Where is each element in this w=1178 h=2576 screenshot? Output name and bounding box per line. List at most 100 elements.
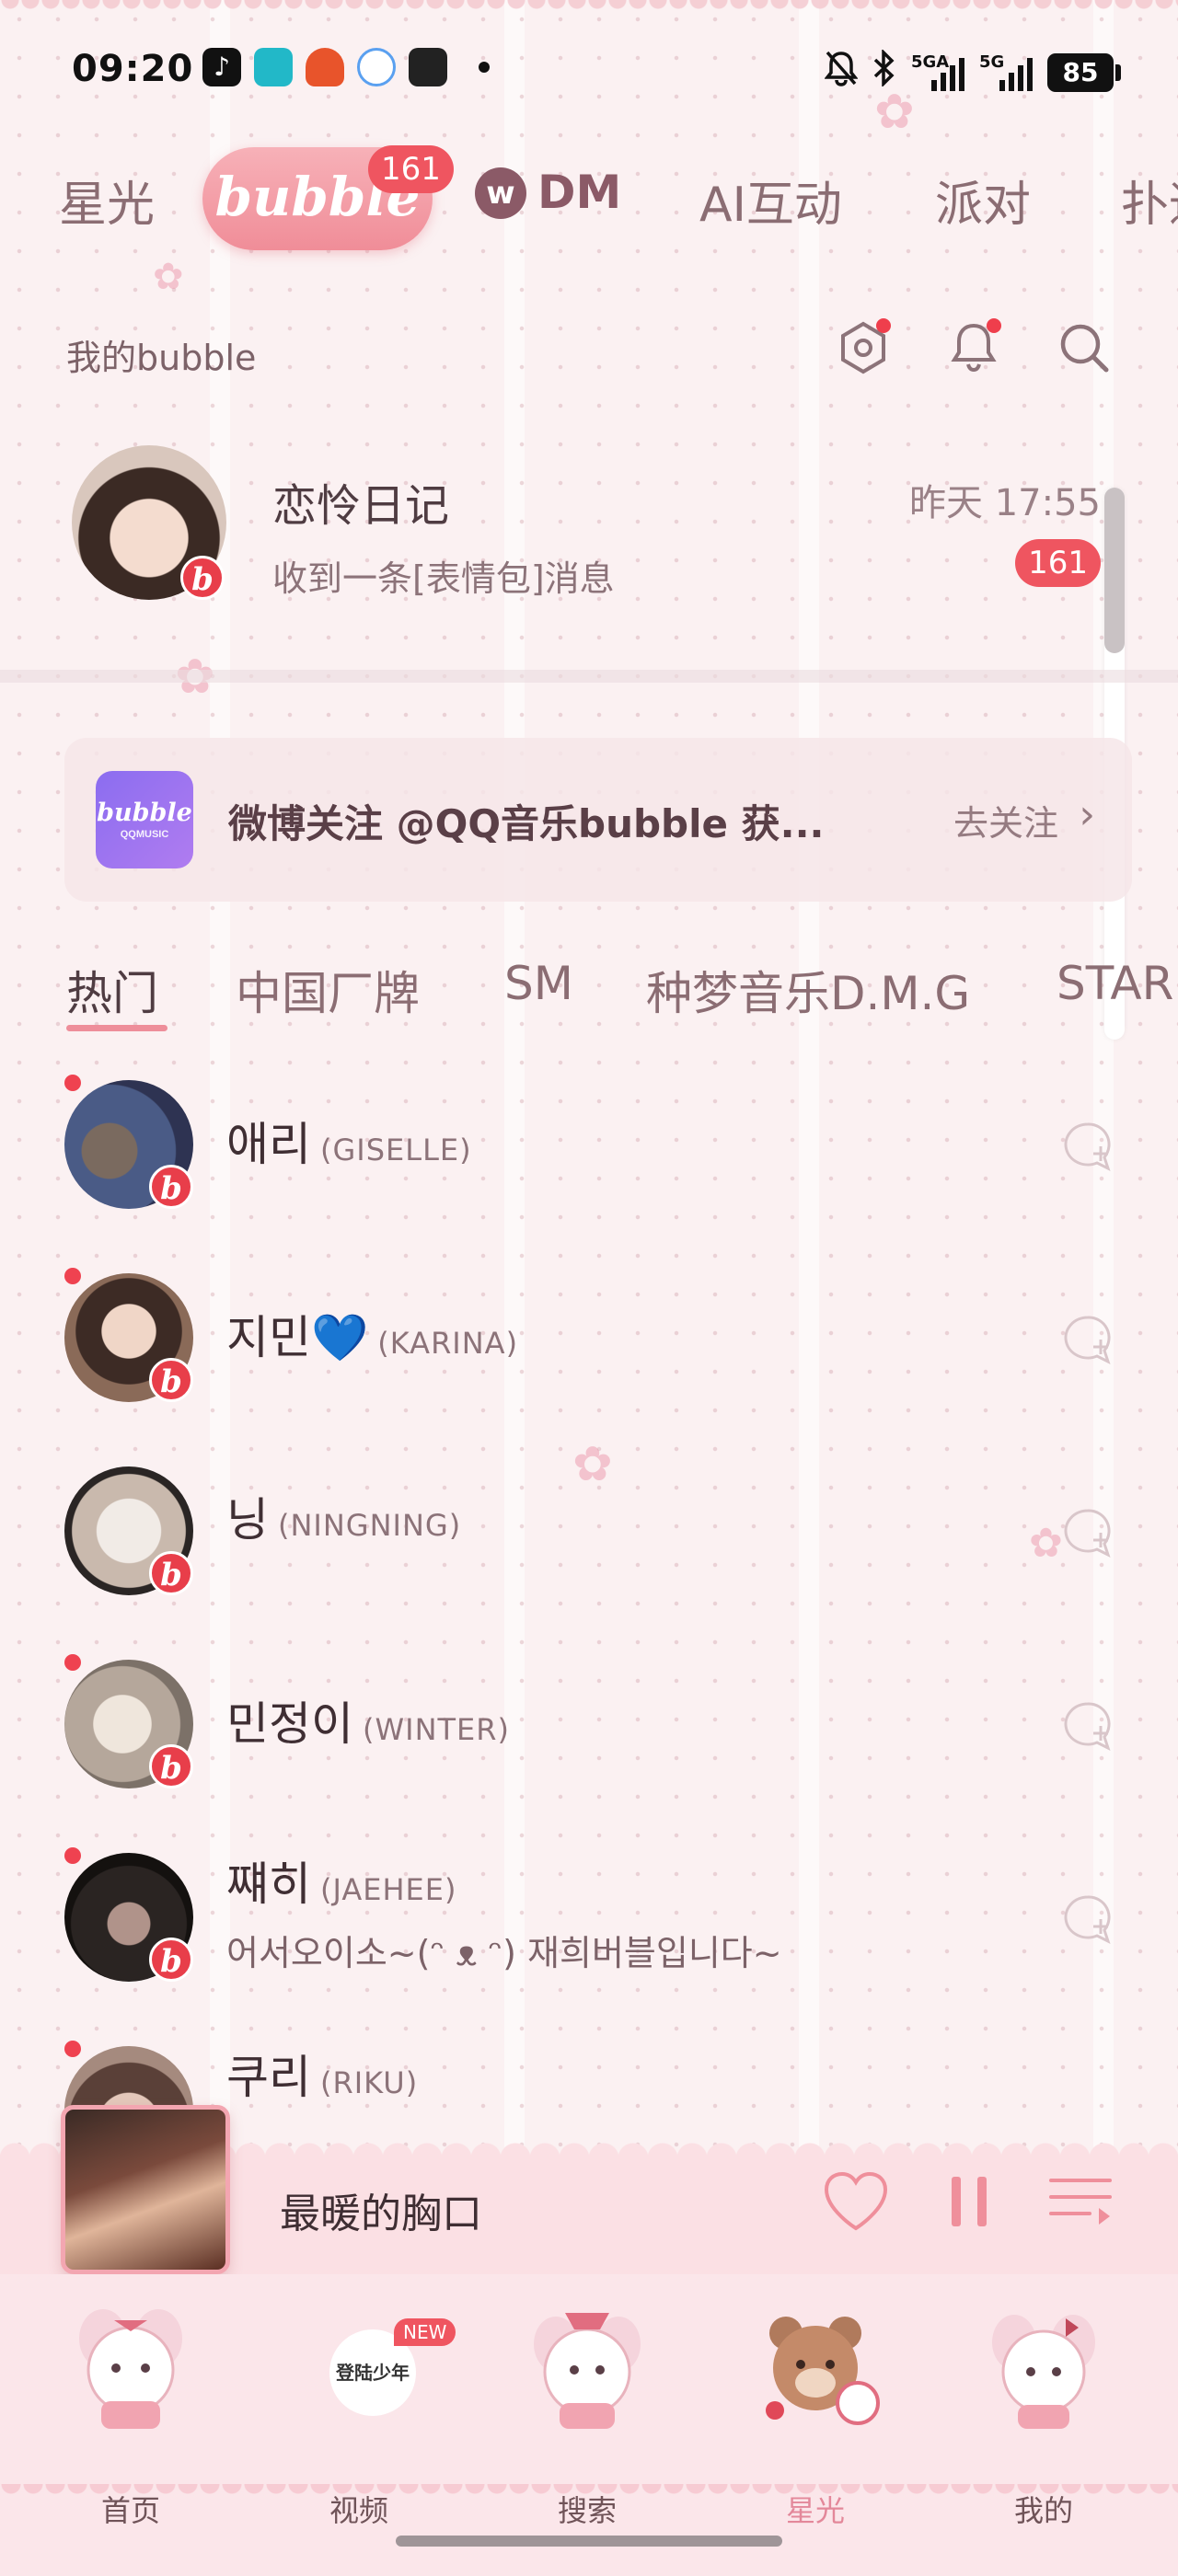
bunny-mascot-icon (79, 2309, 182, 2429)
bubble-b-badge: b (149, 1938, 193, 1982)
artist-item[interactable]: b 민정이 (WINTER) (0, 1654, 1178, 1820)
promo-logo-sub: QQMUSIC (120, 829, 169, 840)
add-chat-icon[interactable] (1058, 1696, 1117, 1755)
add-chat-icon[interactable] (1058, 1310, 1117, 1369)
settings-dot (876, 318, 891, 333)
promo-logo-text: bubble (97, 799, 192, 827)
flower-decoration-icon: ✿ (153, 256, 184, 298)
add-chat-icon[interactable] (1058, 1503, 1117, 1562)
artist-item[interactable]: b 애리 (GISELLE) (0, 1075, 1178, 1240)
tab-ai-interaction[interactable]: AI互动 (699, 166, 842, 235)
chat-time: 昨天 17:55 (909, 482, 1101, 524)
add-chat-icon[interactable] (1058, 1890, 1117, 1949)
add-chat-icon[interactable] (1058, 1117, 1117, 1176)
heart-icon[interactable] (821, 2169, 891, 2234)
section-title: 我的bubble (66, 338, 257, 378)
status-right-group: 5GA 5G 85 (824, 48, 1121, 95)
new-dot (64, 1847, 81, 1864)
category-tabs: 热门 中国厂牌 SM 种梦音乐D.M.G STAR (0, 948, 1178, 1031)
header-actions (834, 318, 1114, 377)
tab-sm[interactable]: SM (504, 957, 573, 1010)
app-icon (306, 48, 344, 86)
top-navigation: 星光 bubble 161 w DM AI互动 派对 扑通 (0, 138, 1178, 258)
artist-item[interactable]: b 닝 (NINGNING) (0, 1461, 1178, 1627)
notifications-dot (987, 318, 1001, 333)
artist-english-name: (JAEHEE) (320, 1872, 457, 1907)
tab-party[interactable]: 派对 (935, 166, 1031, 235)
bottom-lace-decoration (0, 2484, 1178, 2506)
playlist-icon[interactable] (1047, 2173, 1114, 2230)
tab-star[interactable]: STAR (1057, 957, 1173, 1010)
tab-dm[interactable]: DM (537, 166, 621, 219)
settings-button[interactable] (834, 318, 893, 377)
signal-label: 5G (979, 52, 1005, 72)
album-cover[interactable] (61, 2105, 230, 2274)
home-indicator[interactable] (396, 2536, 782, 2547)
bear-mascot-icon (766, 2317, 880, 2425)
promo-text: 微博关注 @QQ音乐bubble 获... (228, 801, 825, 846)
pause-icon[interactable] (946, 2173, 992, 2230)
bubble-b-badge: b (149, 1165, 193, 1209)
artist-korean-name: 지민 (226, 1311, 311, 1364)
tab-putong[interactable]: 扑通 (1121, 166, 1178, 235)
bubble-b-badge: b (180, 556, 225, 600)
tiktok-icon: ♪ (202, 48, 241, 86)
new-dot (64, 1268, 81, 1284)
tab-china-labels[interactable]: 中国厂牌 (236, 957, 420, 1023)
app-icon (409, 48, 447, 86)
battery-indicator: 85 (1047, 52, 1121, 92)
artist-english-name: (NINGNING) (278, 1508, 462, 1543)
tab-hot[interactable]: 热门 (66, 957, 158, 1023)
artist-item[interactable]: b 쨰히 (JAEHEE) 어서오이소~(ᵔ ᴥ ᵔ) 재희버블입니다~ (0, 1847, 1178, 2013)
new-dot (64, 2041, 81, 2057)
bottom-navigation: 首页 登陆少年 NEW 视频 搜索 星光 我的 (0, 2274, 1178, 2576)
cellular-signal-2: 5G (979, 52, 1033, 91)
notifications-button[interactable] (944, 318, 1003, 377)
scrollbar-thumb[interactable] (1104, 488, 1125, 653)
status-bar: 09:20 ♪ 5GA 5G 85 (0, 37, 1178, 110)
search-button[interactable] (1055, 318, 1114, 377)
artist-english-name: (GISELLE) (320, 1133, 472, 1167)
bunny-mascot-icon (992, 2315, 1095, 2429)
bunny-mascot-icon (534, 2313, 641, 2429)
artist-name: 애리 (GISELLE) (226, 1108, 472, 1174)
artist-english-name: (WINTER) (363, 1712, 510, 1747)
section-divider (0, 670, 1178, 683)
artist-name: 닝 (NINGNING) (226, 1483, 461, 1549)
dm-logo-icon[interactable]: w (475, 167, 526, 219)
artist-korean-name: 쿠리 (226, 2051, 311, 2104)
notification-app-icons: ♪ (202, 48, 490, 86)
artist-english-name: (RIKU) (320, 2065, 419, 2100)
top-lace-decoration (0, 0, 1178, 20)
chat-name: 恋怜日记 (272, 480, 450, 532)
app-icon (357, 48, 396, 86)
chat-last-message: 收到一条[表情包]消息 (272, 558, 615, 599)
artist-name: 지민💙 (KARINA) (226, 1301, 518, 1367)
chevron-right-icon: › (1079, 791, 1095, 838)
search-icon (1060, 324, 1109, 373)
artist-item[interactable]: b 지민💙 (KARINA) (0, 1268, 1178, 1433)
artist-korean-name: 닝 (226, 1493, 269, 1547)
bubble-unread-badge: 161 (368, 145, 454, 193)
follow-promo-banner[interactable]: bubble QQMUSIC 微博关注 @QQ音乐bubble 获... 去关注… (64, 738, 1132, 902)
bubble-b-badge: b (149, 1744, 193, 1788)
go-follow-link[interactable]: 去关注 (953, 795, 1058, 845)
bluetooth-icon (872, 48, 896, 95)
artist-korean-name: 애리 (226, 1118, 311, 1171)
unread-count-badge: 161 (1015, 539, 1101, 587)
tab-dmg[interactable]: 种梦音乐D.M.G (646, 957, 970, 1023)
artist-name: 쿠리 (RIKU) (226, 2041, 418, 2107)
tab-xingguang[interactable]: 星光 (59, 166, 155, 235)
artist-greeting: 어서오이소~(ᵔ ᴥ ᵔ) 재희버블입니다~ (226, 1933, 782, 1973)
new-badge: NEW (394, 2318, 456, 2346)
status-time: 09:20 (72, 48, 194, 90)
now-playing-title: 最暖的胸口 (280, 2191, 482, 2237)
artist-english-name: (KARINA) (377, 1326, 519, 1361)
cellular-signal-1: 5GA (911, 52, 964, 91)
notifications-muted-icon (824, 50, 859, 95)
bubble-chat-item[interactable]: b 恋怜日记 收到一条[表情包]消息 昨天 17:55 161 (0, 432, 1178, 616)
active-tab-indicator (66, 1025, 167, 1031)
blue-heart-emoji: 💙 (311, 1311, 369, 1364)
signal-label: 5GA (911, 52, 950, 72)
new-dot (64, 1075, 81, 1091)
